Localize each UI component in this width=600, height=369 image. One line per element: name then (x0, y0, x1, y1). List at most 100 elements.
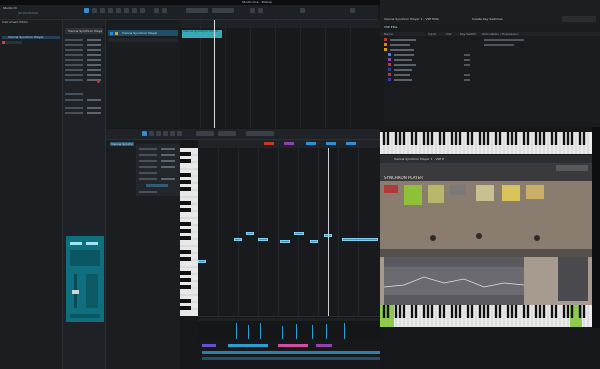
articulation-slot[interactable] (526, 185, 544, 199)
piano-keyboard[interactable] (180, 148, 198, 316)
region-label: Vienna Synchron Player (183, 30, 219, 33)
split-tool-button[interactable] (100, 8, 105, 13)
editor-ruler[interactable] (198, 140, 380, 148)
articulation-slot[interactable] (450, 185, 466, 195)
velocity-lane[interactable] (198, 316, 380, 341)
marker[interactable] (306, 142, 316, 145)
app-label: Studio One (3, 7, 17, 10)
onscreen-keyboard[interactable] (380, 132, 592, 154)
eq-panel (384, 257, 524, 305)
articulation-block[interactable] (278, 344, 308, 347)
velocity-bar[interactable] (344, 323, 345, 339)
range-tool-button[interactable] (92, 8, 97, 13)
midi-note[interactable] (258, 238, 268, 241)
pencil-tool-button[interactable] (149, 131, 154, 136)
track-header[interactable] (108, 38, 178, 42)
active-tab[interactable]: VSE Elite (384, 26, 414, 29)
eraser-tool-button[interactable] (156, 131, 161, 136)
channel-button[interactable] (86, 242, 98, 245)
paint-tool-button[interactable] (116, 8, 121, 13)
playhead[interactable] (328, 148, 329, 316)
mic-knob[interactable] (476, 233, 482, 239)
record-arm-icon[interactable] (2, 41, 5, 44)
dropdown[interactable] (562, 16, 596, 22)
scale-select[interactable] (246, 131, 274, 136)
midi-note[interactable] (198, 260, 206, 263)
automation-lane[interactable] (202, 357, 380, 360)
track-row[interactable]: Vienna Synchron Player (2, 36, 60, 39)
articulation-slot[interactable] (384, 185, 398, 193)
split-tool-button[interactable] (177, 131, 182, 136)
plugin-keyboard[interactable] (380, 305, 592, 327)
midi-note[interactable] (234, 238, 242, 241)
velocity-bar[interactable] (260, 323, 261, 339)
midi-note[interactable] (310, 240, 318, 243)
mic-knob[interactable] (430, 235, 436, 241)
quantize-button[interactable] (162, 8, 167, 13)
articulation-slot[interactable] (428, 185, 444, 203)
insert-slot[interactable] (70, 250, 100, 266)
midi-note[interactable] (294, 232, 304, 235)
velocity-bar[interactable] (248, 325, 249, 339)
record-button[interactable] (300, 8, 305, 13)
midi-region[interactable]: Vienna Synchron Player (182, 30, 222, 38)
marker[interactable] (264, 142, 274, 145)
eraser-tool-button[interactable] (108, 8, 113, 13)
paint-tool-button[interactable] (163, 131, 168, 136)
snap-select[interactable] (212, 8, 234, 13)
playhead[interactable] (214, 20, 215, 128)
note-inspector: Vienna Synchron Player (106, 140, 180, 369)
marker[interactable] (326, 142, 336, 145)
apply-button[interactable] (146, 184, 168, 187)
note-grid[interactable] (198, 148, 380, 316)
mute-icon[interactable] (110, 31, 113, 35)
listen-tool-button[interactable] (140, 8, 145, 13)
solo-icon[interactable] (115, 31, 118, 35)
instrument-label: Vienna Synchron Player (111, 142, 133, 146)
mix-view-button[interactable] (350, 8, 355, 13)
mute-tool-button[interactable] (170, 131, 175, 136)
velocity-bar[interactable] (282, 326, 283, 339)
articulation-block[interactable] (316, 344, 332, 347)
loop-button[interactable] (250, 8, 255, 13)
articulation-slot[interactable] (502, 185, 520, 201)
bend-tool-button[interactable] (132, 8, 137, 13)
channel-button[interactable] (70, 242, 82, 245)
articulation-slot[interactable] (404, 185, 422, 205)
mixer-sliders[interactable] (558, 257, 588, 301)
record-icon[interactable] (97, 80, 100, 83)
mute-tool-button[interactable] (124, 8, 129, 13)
midi-note[interactable] (280, 240, 290, 243)
articulation-block[interactable] (202, 344, 216, 347)
velocity-bar[interactable] (236, 323, 237, 339)
articulation-list (136, 144, 180, 196)
col-name: Name (384, 32, 393, 36)
velocity-bar[interactable] (296, 324, 297, 339)
arrow-tool-button[interactable] (84, 8, 89, 13)
snap-button[interactable] (154, 8, 159, 13)
instrument-tab[interactable]: Vienna Synchron Player (110, 142, 134, 146)
timebase-select[interactable] (186, 8, 208, 13)
metronome-button[interactable] (258, 8, 263, 13)
quantize-select[interactable] (196, 131, 214, 136)
marker[interactable] (346, 142, 356, 145)
track-row[interactable] (2, 41, 22, 44)
preset-box[interactable] (556, 165, 588, 171)
midi-note[interactable] (342, 238, 378, 241)
mic-knob[interactable] (534, 235, 540, 241)
col-articulation: Articulation / Expression (482, 32, 519, 36)
marker[interactable] (284, 142, 294, 145)
volume-fader[interactable] (72, 290, 79, 294)
track-header[interactable]: Vienna Synchron Player (108, 30, 178, 36)
midi-note[interactable] (246, 232, 254, 235)
articulation-lane[interactable] (198, 341, 380, 369)
automation-lane[interactable] (202, 351, 380, 354)
velocity-bar[interactable] (312, 325, 313, 339)
articulation-slot[interactable] (476, 185, 494, 201)
arrow-tool-button[interactable] (142, 131, 147, 136)
velocity-bar[interactable] (326, 324, 327, 339)
plugin-tabs[interactable] (380, 249, 592, 257)
articulation-block[interactable] (228, 344, 268, 347)
editor-toolbar (106, 129, 380, 140)
snap-select[interactable] (218, 131, 236, 136)
